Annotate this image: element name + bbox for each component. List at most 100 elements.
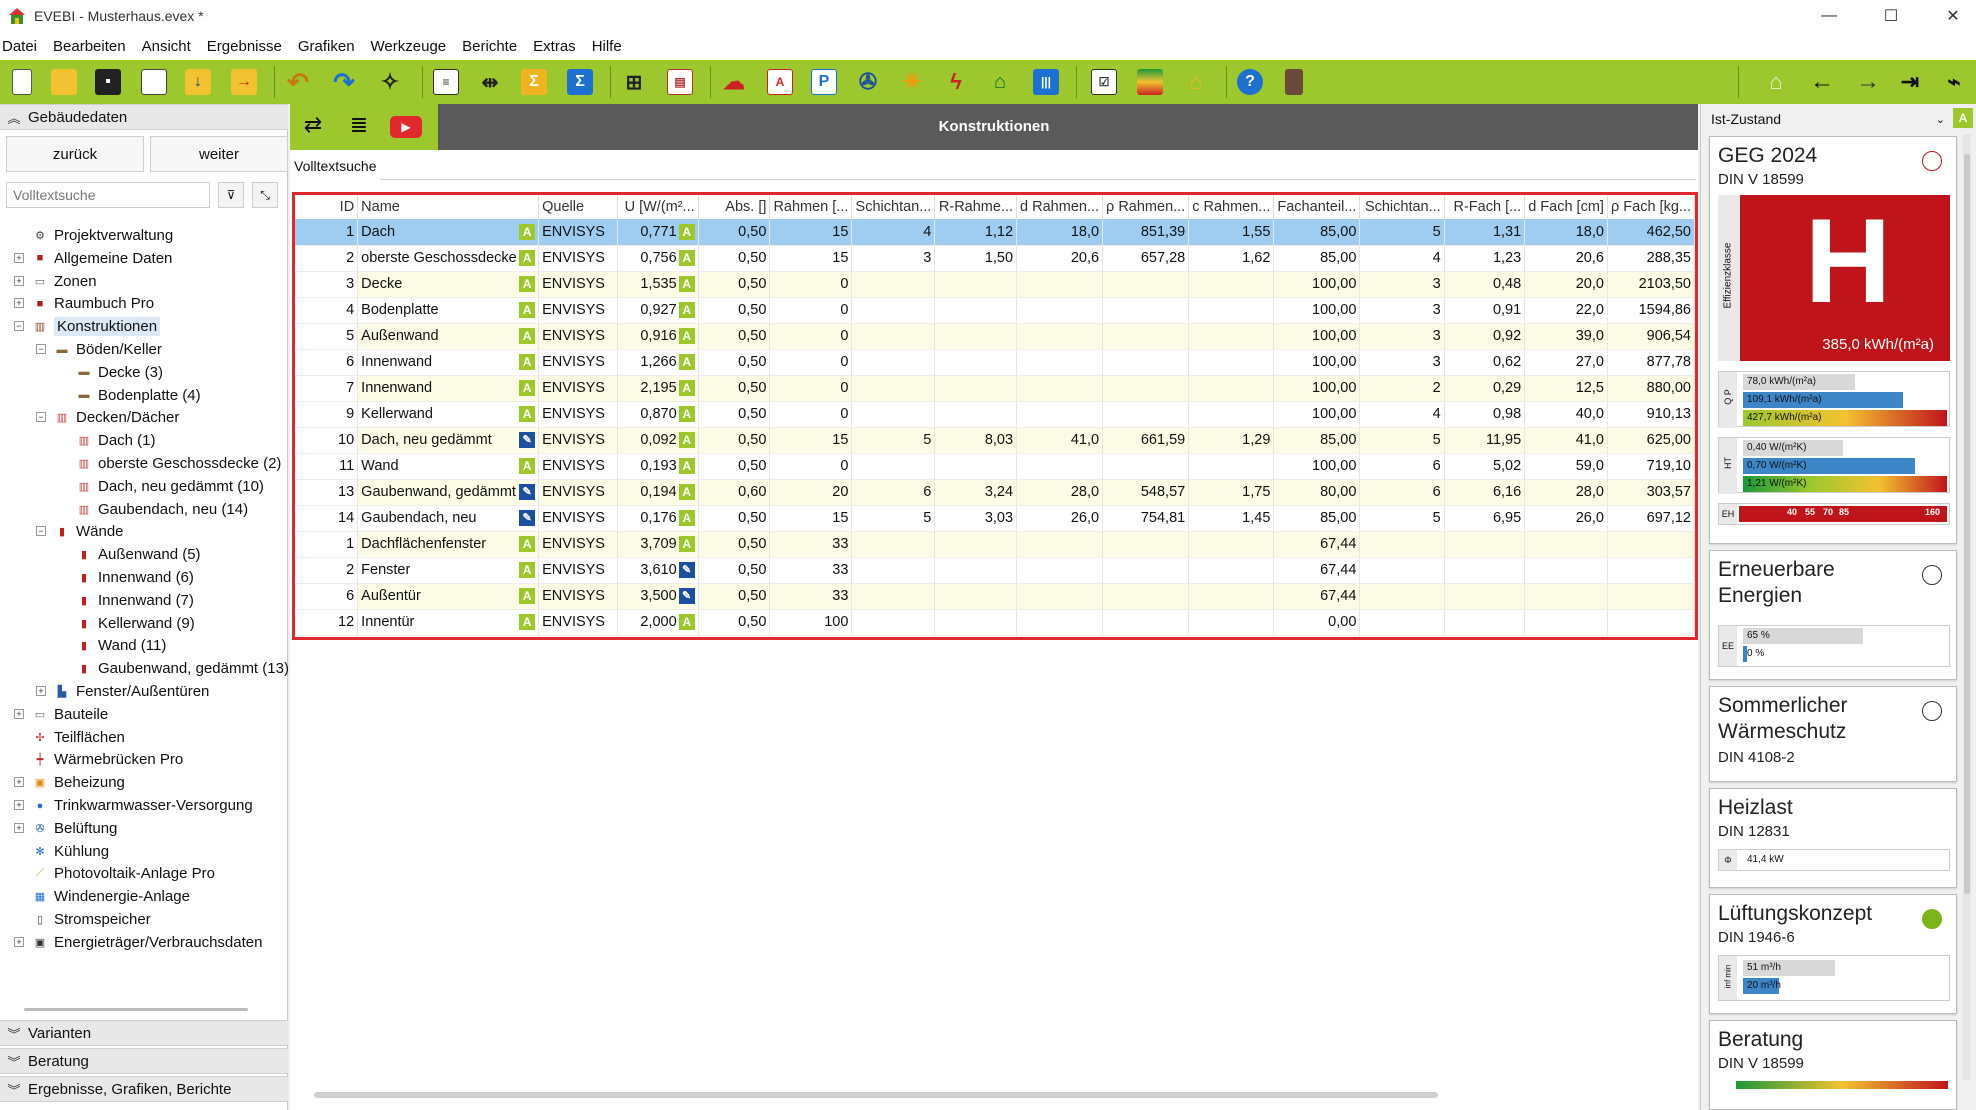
- tree-scrollbar[interactable]: [24, 1008, 248, 1011]
- tree-item[interactable]: + ✇ Belüftung: [14, 817, 117, 840]
- geg-card[interactable]: GEG 2024 DIN V 18599 Effizienzklasse H 3…: [1709, 136, 1957, 544]
- open-folder-icon[interactable]: [48, 66, 80, 98]
- export-icon[interactable]: →: [228, 66, 260, 98]
- tree-item[interactable]: ▬ Decke (3): [76, 361, 164, 384]
- column-header[interactable]: R-Rahme...: [934, 195, 1018, 219]
- tree-item[interactable]: − ▥ Konstruktionen: [14, 315, 161, 338]
- variant-select[interactable]: Ist-Zustand ⌄: [1707, 108, 1949, 130]
- column-header[interactable]: Quelle: [538, 195, 619, 219]
- column-header[interactable]: Name: [357, 195, 540, 219]
- tree-item[interactable]: ▬ Bodenplatte (4): [76, 384, 201, 407]
- table-row[interactable]: 3 Decke A ENVISYS 1,535 A 0,50 0 100,00 3 0,48 20,0…: [295, 271, 1696, 298]
- new-file-icon[interactable]: [6, 66, 38, 98]
- menu-hilfe[interactable]: Hilfe: [590, 38, 630, 55]
- menu-extras[interactable]: Extras: [531, 38, 584, 55]
- tree-item[interactable]: ┿ Wärmebrücken Pro: [32, 748, 184, 771]
- house-euro-icon[interactable]: ⌂: [984, 66, 1016, 98]
- column-header[interactable]: R-Fach [...: [1444, 195, 1526, 219]
- next-button[interactable]: weiter: [150, 136, 288, 172]
- compare-icon[interactable]: ⇹: [474, 66, 506, 98]
- house-outline-icon[interactable]: ⌂: [1180, 66, 1212, 98]
- import-icon[interactable]: ↓: [182, 66, 214, 98]
- section-ergebnisse[interactable]: ︾ Ergebnisse, Grafiken, Berichte: [0, 1076, 288, 1102]
- table-row[interactable]: 13 Gaubenwand, gedämmt ✎ ENVISYS 0,194 A 0,60 2…: [295, 479, 1696, 506]
- tree-item[interactable]: ▮ Außenwand (5): [76, 543, 201, 566]
- expand-toggle-icon[interactable]: +: [14, 936, 24, 947]
- summer-protection-card[interactable]: Sommerlicher Wärmeschutz DIN 4108-2: [1709, 686, 1957, 782]
- layers-icon[interactable]: ▤: [664, 66, 696, 98]
- collapse-icon[interactable]: ⤡: [252, 182, 278, 208]
- tree-item[interactable]: ▥ Dach (1): [76, 429, 156, 452]
- expand-toggle-icon[interactable]: +: [14, 708, 24, 719]
- wizard-icon[interactable]: ✧: [374, 66, 406, 98]
- column-header[interactable]: Schichtan...: [1359, 195, 1445, 219]
- tree-item[interactable]: ▮ Wand (11): [76, 634, 166, 657]
- table-row[interactable]: 1 Dach A ENVISYS 0,771 A 0,50 15 4 1,12 18,0 851,39…: [295, 219, 1696, 246]
- close-button[interactable]: ✕: [1930, 0, 1976, 32]
- column-header[interactable]: Schichtan...: [851, 195, 936, 219]
- expand-toggle-icon[interactable]: +: [14, 800, 24, 810]
- tree-item[interactable]: ▯ Stromspeicher: [32, 908, 151, 931]
- section-beratung[interactable]: ︾ Beratung: [0, 1048, 288, 1074]
- tree-search-input[interactable]: Volltextsuche: [6, 182, 210, 208]
- table-row[interactable]: 9 Kellerwand A ENVISYS 0,870 A 0,50 0 100,00 4 0,9…: [295, 401, 1696, 428]
- step-into-icon[interactable]: ⇥: [1894, 66, 1926, 98]
- tree-item[interactable]: + ▭ Bauteile: [14, 703, 108, 726]
- tree-item[interactable]: ▮ Kellerwand (9): [76, 612, 195, 635]
- collapse-toggle-icon[interactable]: −: [36, 526, 46, 537]
- forward-arrow-icon[interactable]: →: [1852, 66, 1884, 98]
- menu-datei[interactable]: Datei: [0, 38, 45, 55]
- maximize-button[interactable]: ☐: [1868, 0, 1914, 32]
- hierarchy-icon[interactable]: ⊞: [618, 66, 650, 98]
- menu-grafiken[interactable]: Grafiken: [296, 38, 363, 55]
- cloud-icon[interactable]: ☁: [718, 66, 750, 98]
- house-3d-icon[interactable]: ⌂: [1760, 66, 1792, 98]
- tree-item[interactable]: − ▮ Wände: [36, 520, 124, 543]
- sum-icon[interactable]: Σ: [518, 66, 550, 98]
- report-icon[interactable]: ☑: [1088, 66, 1120, 98]
- expand-toggle-icon[interactable]: +: [14, 275, 24, 286]
- menu-werkzeuge[interactable]: Werkzeuge: [369, 38, 455, 55]
- column-header[interactable]: U [W/(m²...: [617, 195, 699, 219]
- minimize-button[interactable]: —: [1806, 0, 1852, 32]
- tree-item[interactable]: ▥ oberste Geschossdecke (2): [76, 452, 282, 475]
- exit-door-icon[interactable]: [1278, 66, 1310, 98]
- tree-item[interactable]: ▮ Innenwand (7): [76, 589, 194, 612]
- tree-item[interactable]: ▮ Gaubenwand, gedämmt (13): [76, 657, 289, 680]
- redo-icon[interactable]: ↷: [328, 66, 360, 98]
- table-row[interactable]: 12 Innentür A ENVISYS 2,000 A 0,50 100 0,00: [295, 609, 1696, 636]
- table-row[interactable]: 2 oberste Geschossdecke A ENVISYS 0,756 A 0,50…: [295, 245, 1696, 272]
- column-header[interactable]: d Rahmen...: [1016, 195, 1104, 219]
- table-row[interactable]: 6 Außentür A ENVISYS 3,500 ✎ 0,50 33 67,44: [295, 583, 1696, 610]
- column-header[interactable]: Rahmen [...: [769, 195, 853, 219]
- table-row[interactable]: 4 Bodenplatte A ENVISYS 0,927 A 0,50 0 100,00 3 0,…: [295, 297, 1696, 324]
- table-row[interactable]: 1 Dachflächenfenster A ENVISYS 3,709 A 0,50 33 6…: [295, 531, 1696, 558]
- help-icon[interactable]: ?: [1234, 66, 1266, 98]
- right-scrollbar[interactable]: [1963, 134, 1971, 1080]
- undo-icon[interactable]: ↶: [282, 66, 314, 98]
- expand-toggle-icon[interactable]: +: [14, 822, 24, 833]
- tree-item[interactable]: + ■ Raumbuch Pro: [14, 292, 154, 315]
- column-header[interactable]: ρ Rahmen...: [1102, 195, 1190, 219]
- tree-item[interactable]: ✻ Kühlung: [32, 840, 109, 863]
- advice-card[interactable]: Beratung DIN V 18599: [1709, 1020, 1957, 1110]
- tree-item[interactable]: ▥ Gaubendach, neu (14): [76, 498, 248, 521]
- table-row[interactable]: 2 Fenster A ENVISYS 3,610 ✎ 0,50 33 67,44: [295, 557, 1696, 584]
- meter-icon[interactable]: |||: [1030, 66, 1062, 98]
- tree-item[interactable]: − ▬ Böden/Keller: [36, 338, 162, 361]
- back-button[interactable]: zurück: [6, 136, 144, 172]
- tree-item[interactable]: ⚙ Projektverwaltung: [32, 224, 173, 247]
- expand-toggle-icon[interactable]: +: [14, 298, 24, 309]
- collapse-toggle-icon[interactable]: −: [36, 344, 46, 354]
- menu-bearbeiten[interactable]: Bearbeiten: [51, 38, 134, 55]
- heating-load-card[interactable]: Heizlast DIN 12831 Φ 41,4 kW: [1709, 788, 1957, 888]
- column-header[interactable]: Abs. []: [698, 195, 771, 219]
- expand-toggle-icon[interactable]: +: [14, 777, 24, 788]
- document-icon[interactable]: ≡: [430, 66, 462, 98]
- energy-label-icon[interactable]: [1134, 66, 1166, 98]
- tree-item[interactable]: ▦ Windenergie-Anlage: [32, 885, 190, 908]
- chart-icon[interactable]: ⌁: [1938, 66, 1970, 98]
- column-header[interactable]: ρ Fach [kg...: [1607, 195, 1696, 219]
- tree-item[interactable]: + ▙ Fenster/Außentüren: [36, 680, 209, 703]
- collapse-toggle-icon[interactable]: −: [36, 412, 46, 423]
